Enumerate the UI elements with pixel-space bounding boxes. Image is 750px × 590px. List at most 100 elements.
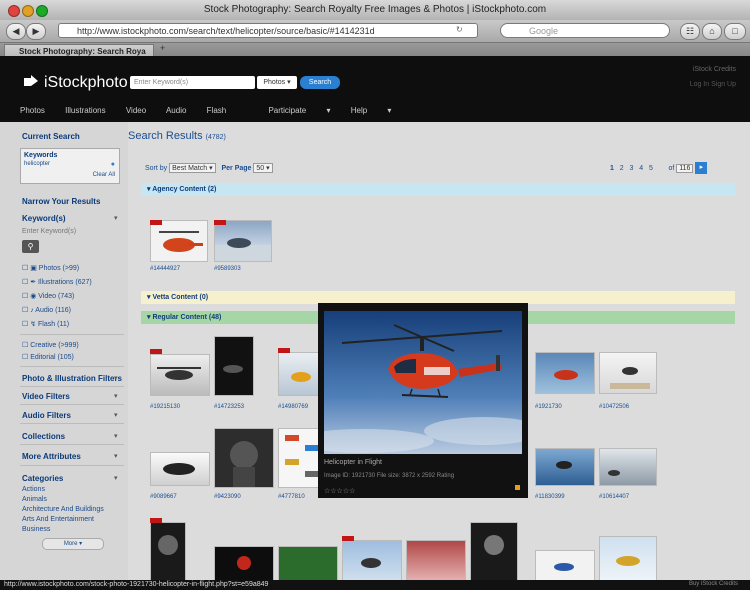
thumbnail[interactable] [278,546,338,582]
status-bar: http://www.istockphoto.com/stock-photo-1… [0,580,750,590]
per-page-select[interactable]: 50 ▾ [253,163,273,173]
image-id[interactable]: #10472506 [599,404,629,410]
thumbnail[interactable] [599,448,657,486]
thumbnail[interactable] [535,448,595,486]
chevron-down-icon[interactable]: ▾ [114,411,118,419]
category-actions[interactable]: Actions [22,486,45,493]
thumbnail[interactable] [150,354,210,396]
thumbnail[interactable] [535,550,595,582]
image-id[interactable]: #14723253 [214,404,244,410]
filter-creative[interactable]: ☐ Creative (>999) [22,341,79,349]
address-bar[interactable]: http://www.istockphoto.com/search/text/h… [58,23,478,38]
keywords-filter-heading[interactable]: Keyword(s) [22,214,66,223]
thumbnail[interactable] [214,336,254,396]
collections-filter[interactable]: Collections [22,432,65,441]
filter-photos[interactable]: ☐ ▣ Photos (>99) [22,264,79,272]
remove-keyword-icon[interactable]: ● [111,161,115,168]
page-2[interactable]: 2 [620,165,624,172]
page-1[interactable]: 1 [610,165,614,172]
new-tab-button[interactable]: + [160,43,165,53]
agency-content-band[interactable]: ▾ Agency Content (2) [141,183,735,196]
bookmarks-button[interactable]: ☷ [680,23,700,40]
more-attributes-filter[interactable]: More Attributes [22,452,81,461]
nav-photos[interactable]: Photos [20,106,45,115]
filter-video[interactable]: ☐ ◉ Video (743) [22,292,74,300]
sidebar-search-button[interactable]: ⚲ [22,240,39,253]
video-filters[interactable]: Video Filters [22,392,70,401]
thumbnail[interactable] [599,536,657,582]
nav-illustrations[interactable]: Illustrations [65,106,105,115]
thumbnail[interactable] [406,540,466,582]
audio-filters[interactable]: Audio Filters [22,411,71,420]
page-4[interactable]: 4 [639,165,643,172]
thumbnail[interactable] [150,522,186,582]
credits-link[interactable]: iStock Credits [693,66,736,73]
image-id[interactable]: #4777810 [278,494,305,500]
home-button[interactable]: ⌂ [702,23,722,40]
thumbnail[interactable] [150,452,210,486]
filetype-select[interactable]: Photos ▾ [257,76,297,89]
enter-keywords-input[interactable]: Enter Keyword(s) [22,228,76,235]
image-id[interactable]: #9423090 [214,494,241,500]
image-id[interactable]: #10614407 [599,494,629,500]
nav-participate[interactable]: Participate ▾ [268,106,330,115]
forward-button[interactable]: ▶ [26,23,46,40]
nav-flash[interactable]: Flash [207,106,227,115]
clear-all-link[interactable]: Clear All [93,172,115,178]
more-categories-button[interactable]: More ▾ [42,538,104,550]
helicopter-image [554,370,578,380]
filter-flash[interactable]: ☐ ↯ Flash (11) [22,320,69,328]
helicopter-image [608,470,620,476]
image-id[interactable]: #9589303 [214,266,241,272]
back-button[interactable]: ◀ [6,23,26,40]
chevron-down-icon[interactable]: ▾ [114,432,118,440]
browser-search-field[interactable]: Google [500,23,670,38]
nav-help[interactable]: Help ▾ [351,106,392,115]
thumbnail[interactable] [150,220,208,262]
category-business[interactable]: Business [22,526,50,533]
thumbnail[interactable] [470,522,518,582]
image-id[interactable]: #14444927 [150,266,180,272]
page-number-input[interactable]: 116 [676,163,694,173]
thumbnail[interactable] [535,352,595,394]
reload-icon[interactable]: ↻ [456,25,463,34]
image-id[interactable]: #1921730 [535,404,562,410]
filter-audio[interactable]: ☐ ♪ Audio (116) [22,306,71,314]
page-menu-button[interactable]: □ [724,23,746,40]
keywords-label: Keywords [24,152,58,159]
istock-logo[interactable]: iStockphoto [22,74,128,92]
category-architecture[interactable]: Architecture And Buildings [22,506,104,513]
image-id[interactable]: #9089667 [150,494,177,500]
nav-video[interactable]: Video [126,106,146,115]
image-id[interactable]: #14980769 [278,404,308,410]
image-id[interactable]: #11830399 [535,494,565,500]
sort-select[interactable]: Best Match ▾ [169,163,216,173]
category-animals[interactable]: Animals [22,496,47,503]
login-signup-links[interactable]: Log In Sign Up [690,81,736,88]
filter-editorial[interactable]: ☐ Editorial (105) [22,353,74,361]
sort-value: Best Match [172,165,208,172]
category-arts[interactable]: Arts And Entertainment [22,516,94,523]
chevron-down-icon[interactable]: ▾ [114,452,118,460]
chevron-down-icon[interactable]: ▾ [114,474,118,482]
buy-credits-link[interactable]: Buy iStock Credits [689,581,738,587]
image-id[interactable]: #19215130 [150,404,180,410]
thumbnail[interactable] [342,540,402,582]
chevron-down-icon[interactable]: ▾ [114,392,118,400]
photo-illustration-filters[interactable]: Photo & Illustration Filters [22,374,122,383]
thumbnail[interactable] [214,546,274,582]
thumbnail[interactable] [214,428,274,488]
keyword-search-input[interactable]: Enter Keyword(s) [130,76,255,89]
chevron-down-icon[interactable]: ▾ [114,214,118,222]
nav-audio[interactable]: Audio [166,106,186,115]
next-page-button[interactable]: ▸ [695,162,708,174]
chevron-down-icon[interactable]: ▾ [114,374,118,382]
categories-filter[interactable]: Categories [22,474,63,483]
thumbnail[interactable] [214,220,272,262]
filter-illustrations[interactable]: ☐ ✒ Illustrations (627) [22,278,92,286]
thumbnail[interactable] [599,352,657,394]
site-search-button[interactable]: Search [300,76,340,89]
page-5[interactable]: 5 [649,165,653,172]
page-3[interactable]: 3 [630,165,634,172]
image-preview-popup[interactable]: Helicopter in Flight Image ID: 1921730 F… [318,303,528,498]
